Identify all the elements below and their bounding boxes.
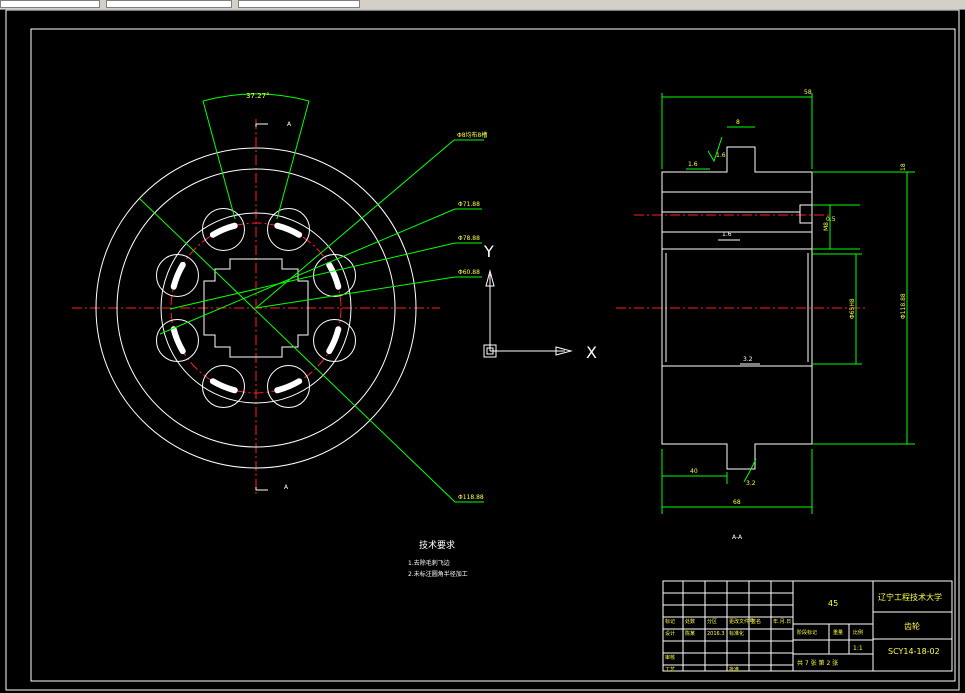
roughness-4: 3.2 (743, 356, 753, 363)
cad-drawing-canvas[interactable]: 37.27° A A Φ8均布8槽 Φ71.88 Φ78.88 Φ60.88 Φ… (0, 9, 965, 693)
hole-label: M8 (823, 222, 830, 231)
hole-slot (326, 326, 342, 355)
hole-slot (209, 378, 238, 394)
hole-slot (170, 261, 186, 290)
tech-requirements: 技术要求 1.去除毛刺飞边 2.未标注圆角半径加工 (408, 539, 468, 578)
leader-label-4: Φ60.88 (458, 269, 480, 276)
lower-section-body (661, 365, 813, 470)
slot-label: 8 (736, 119, 740, 126)
section-mark-bottom-line (255, 487, 268, 491)
leader-line-1 (255, 139, 455, 309)
roughness-1: 1.6 (688, 161, 698, 168)
leader-line-5 (139, 198, 456, 503)
title-block-cell: 2016.3 (707, 631, 725, 637)
outer-frame (5, 9, 960, 691)
hole-slot (326, 261, 342, 290)
section-view: 58 8 1.6 1.6 1.6 3.2 Φ118.88 18 M8 0.5 Φ… (616, 89, 915, 541)
title-block-cell: 陈某 (685, 630, 695, 637)
toolbar-combo-1[interactable] (0, 0, 100, 8)
angle-label: 37.27° (246, 92, 270, 100)
title-block-cell: 签名 (751, 618, 761, 625)
leader-label-5: Φ118.88 (458, 494, 484, 501)
angle-ext-line-right (276, 100, 310, 220)
title-block-cell: 标准化 (729, 630, 744, 637)
tb-material: 45 (828, 599, 838, 608)
title-block-cell: 处数 (685, 618, 695, 625)
leader-label-2: Φ71.88 (458, 201, 480, 208)
toolbar-combo-2[interactable] (106, 0, 232, 8)
chamfer-label: 0.5 (826, 216, 836, 223)
tb-part-name: 齿轮 (904, 621, 920, 631)
toolbar-combo-3[interactable] (238, 0, 360, 8)
title-block: 标记 处数 分区 更改文件号签名 年.月.日设计 陈某 2016.3 标准化审核工艺 批准阶段标… (662, 580, 953, 673)
tb-drawing-no: SCY14-18-02 (888, 647, 940, 656)
bore-label: Φ65H8 (849, 298, 856, 319)
title-block-cell: 重量 (833, 629, 843, 636)
ucs-x-label: X (586, 343, 597, 362)
tech-req-title: 技术要求 (419, 539, 455, 551)
title-block-cell: 阶段标记 (797, 629, 817, 636)
tech-req-item-2: 2.未标注圆角半径加工 (408, 570, 468, 578)
threaded-hole (799, 204, 813, 224)
ucs-y-label: Y (483, 242, 494, 261)
ucs-icon: Y X (483, 242, 597, 362)
hole-slot (170, 326, 186, 355)
title-block-cell: 年.月.日 (773, 618, 791, 625)
tb-sheets: 共 7 张 第 2 张 (797, 659, 838, 667)
upper-section-body (661, 146, 813, 250)
hole-slot (274, 222, 303, 238)
outer-diameter-label: Φ118.88 (900, 293, 907, 319)
hole-slot (274, 378, 303, 394)
title-block-cell: 审核 (665, 654, 675, 661)
leader-label-1: Φ8均布8槽 (457, 131, 487, 139)
title-block-cell: 比例 (853, 629, 863, 636)
bottom-label-1: 40 (690, 468, 698, 475)
leader-label-3: Φ78.88 (458, 235, 480, 242)
tb-school: 辽宁工程技术大学 (878, 592, 942, 602)
title-block-cell: 标记 (665, 618, 675, 625)
height-label: 18 (900, 163, 907, 171)
roughness-3: 1.6 (722, 231, 732, 238)
bottom-label-2: 68 (733, 499, 741, 506)
chamfer-mark: 3.2 (746, 480, 756, 487)
title-block-cell: 批准 (729, 666, 739, 673)
tb-scale: 1:1 (853, 645, 863, 652)
inner-frame (30, 28, 956, 682)
tech-req-item-1: 1.去除毛刺飞边 (408, 559, 450, 567)
front-view: 37.27° A A Φ8均布8槽 Φ71.88 Φ78.88 Φ60.88 Φ… (72, 92, 487, 503)
roughness-2: 1.6 (716, 152, 726, 159)
hole-slot (209, 222, 238, 238)
section-mark-bottom: A (284, 484, 289, 491)
top-width-label: 58 (804, 89, 812, 96)
title-block-cell: 设计 (665, 630, 675, 637)
title-block-cell: 工艺 (665, 667, 675, 673)
section-label: A-A (732, 534, 743, 541)
section-mark-top-line (255, 123, 268, 127)
section-mark-top: A (287, 121, 292, 128)
leader-line-4 (255, 276, 456, 309)
angle-ext-line-left (202, 100, 236, 220)
title-block-cell: 分区 (707, 618, 717, 625)
